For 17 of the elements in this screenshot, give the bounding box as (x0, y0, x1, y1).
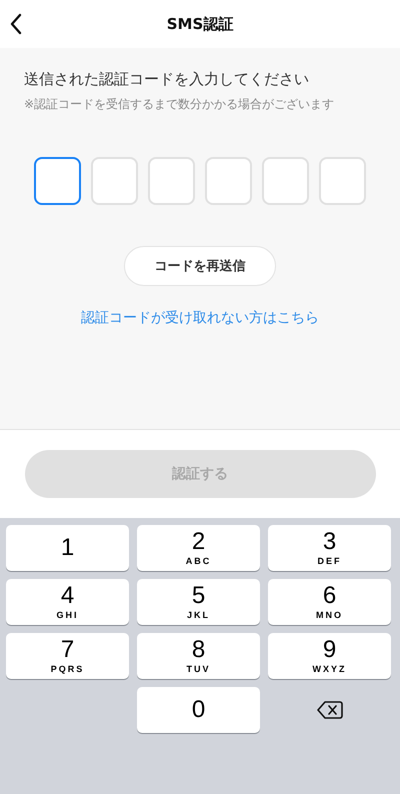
keypad-key[interactable]: 4 GHI (6, 579, 129, 625)
instruction-text: 送信された認証コードを入力してください (24, 70, 310, 89)
keypad-key[interactable]: 9 WXYZ (268, 633, 391, 679)
keypad-key[interactable]: 1 (6, 525, 129, 571)
screen-title: SMS認証 (166, 14, 234, 34)
code-input-field[interactable] (34, 157, 81, 205)
backspace-icon[interactable] (316, 700, 342, 720)
keypad-key[interactable]: 5 JKL (137, 579, 260, 625)
keypad-key[interactable]: 3 DEF (268, 525, 391, 571)
keypad-key[interactable]: 8 TUV (137, 633, 260, 679)
keypad-key[interactable]: 7 PQRS (6, 633, 129, 679)
resend-button[interactable]: コードを再送信 (124, 246, 276, 286)
keypad-key[interactable]: 6 MNO (268, 579, 391, 625)
back-icon[interactable] (8, 12, 24, 36)
note-text: ※認証コードを受信するまで数分かかる場合がございます (24, 96, 336, 113)
keypad-key[interactable]: 0 (137, 687, 260, 733)
keypad-key[interactable]: 2 ABC (137, 525, 260, 571)
